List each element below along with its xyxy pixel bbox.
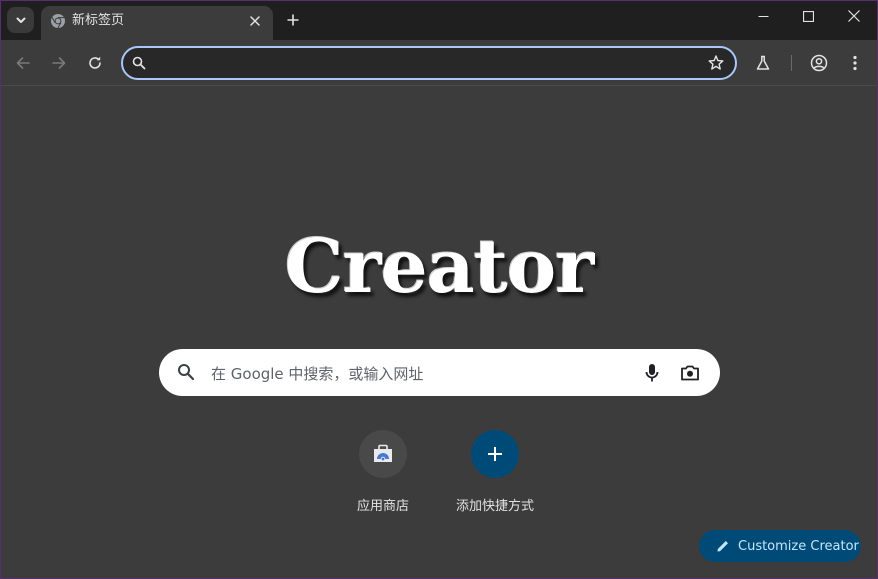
shortcut-add[interactable]: 添加快捷方式 (439, 430, 551, 520)
search-icon (178, 364, 195, 381)
chevron-down-icon (16, 17, 25, 23)
more-vert-icon (853, 55, 857, 71)
address-input[interactable] (155, 52, 699, 76)
shortcut-icon-container (471, 430, 519, 478)
forward-button[interactable] (46, 50, 72, 76)
close-icon (848, 10, 860, 22)
close-icon (250, 16, 260, 26)
customize-button-label: Customize Creator (738, 538, 859, 554)
ntp-search-input[interactable] (209, 362, 633, 386)
tab-close-button[interactable] (245, 11, 265, 31)
bookmark-star-icon[interactable] (707, 54, 725, 72)
reload-button[interactable] (82, 50, 108, 76)
arrow-right-icon (52, 57, 66, 69)
shortcut-icon-container (359, 430, 407, 478)
omnibox[interactable] (121, 46, 737, 80)
microphone-icon[interactable] (644, 362, 660, 384)
shortcut-label: 添加快捷方式 (455, 499, 534, 514)
tab-title: 新标签页 (72, 13, 125, 28)
pencil-icon (716, 539, 730, 553)
toolbar-divider (791, 55, 792, 71)
shortcut-web-store[interactable]: 应用商店 (327, 430, 439, 520)
account-circle-icon (810, 54, 828, 72)
labs-button[interactable] (750, 50, 776, 76)
reload-icon (89, 56, 101, 69)
arrow-left-icon (16, 57, 30, 69)
customize-button[interactable]: Customize Creator (699, 530, 861, 562)
ntp-search-box[interactable] (159, 349, 720, 396)
shortcut-label: 应用商店 (356, 499, 409, 514)
plus-icon (287, 14, 299, 26)
title-bar: 新标签页 (0, 0, 878, 40)
chrome-icon (51, 14, 65, 29)
web-store-icon (374, 444, 392, 462)
profile-button[interactable] (806, 50, 832, 76)
camera-lens-icon[interactable] (679, 362, 701, 384)
ntp-logo: Creator (284, 224, 594, 310)
back-button[interactable] (10, 50, 36, 76)
search-icon (132, 56, 146, 70)
new-tab-button[interactable] (281, 8, 305, 32)
maximize-icon (802, 10, 814, 22)
toolbar (0, 40, 878, 86)
flask-icon (756, 55, 770, 70)
maximize-button[interactable] (785, 0, 831, 32)
tab-new-tab[interactable]: 新标签页 (41, 6, 273, 40)
plus-icon (488, 447, 502, 461)
menu-button[interactable] (842, 50, 868, 76)
minimize-icon (758, 15, 768, 17)
tab-search-button[interactable] (7, 7, 34, 33)
minimize-button[interactable] (740, 0, 786, 32)
close-window-button[interactable] (831, 0, 877, 32)
